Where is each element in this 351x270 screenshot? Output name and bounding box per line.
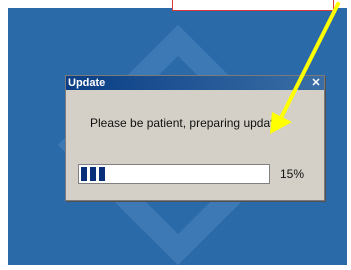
annotation-callout-box bbox=[172, 0, 334, 11]
dialog-title: Update bbox=[68, 77, 106, 89]
close-icon[interactable]: ✕ bbox=[311, 76, 321, 90]
update-dialog: Update ✕ Please be patient, preparing up… bbox=[65, 75, 325, 201]
progress-block bbox=[90, 167, 96, 181]
dialog-message: Please be patient, preparing update! bbox=[90, 116, 284, 130]
dialog-titlebar: Update ✕ bbox=[66, 76, 324, 90]
progress-block bbox=[81, 167, 87, 181]
progress-block bbox=[99, 167, 105, 181]
desktop-background: Update ✕ Please be patient, preparing up… bbox=[8, 8, 347, 265]
progress-percent: 15% bbox=[280, 167, 305, 181]
progress-fill bbox=[81, 167, 267, 181]
screenshot-frame: Update ✕ Please be patient, preparing up… bbox=[0, 0, 351, 270]
progress-bar bbox=[78, 164, 270, 184]
